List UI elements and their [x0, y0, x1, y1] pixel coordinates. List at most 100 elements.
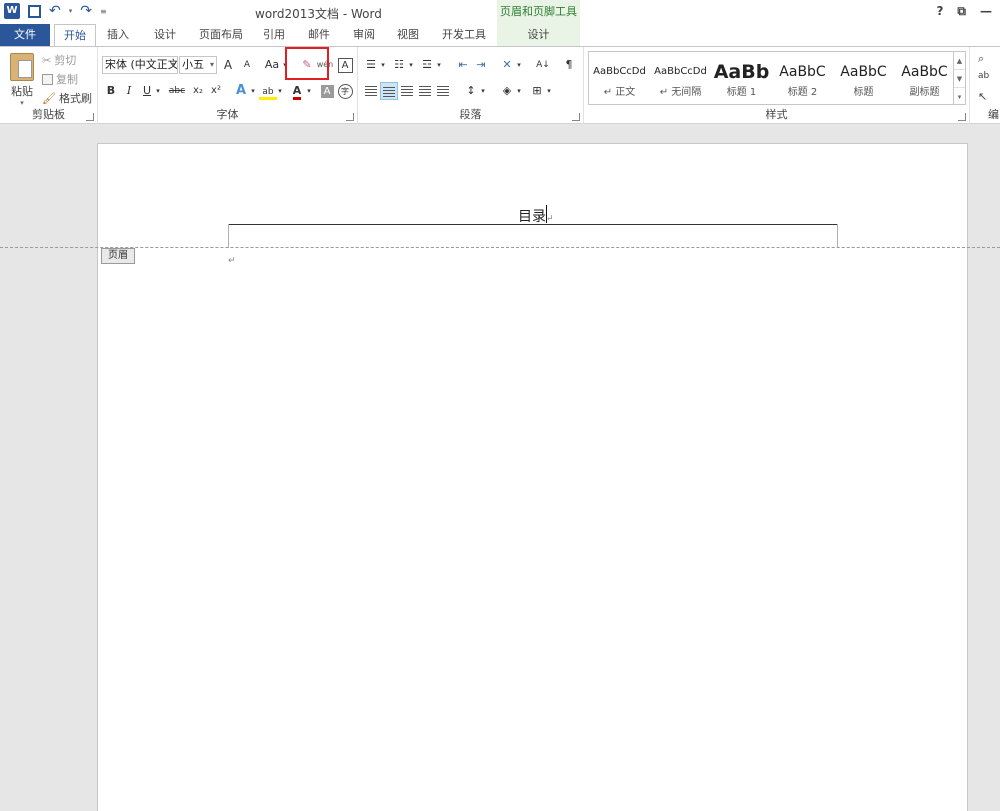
context-tab-header: 页眉和页脚工具	[497, 0, 580, 24]
superscript-button[interactable]: x²	[207, 82, 225, 100]
chinese-layout-icon[interactable]: ✕	[498, 56, 516, 74]
shading-dropdown-icon[interactable]: ▾	[515, 82, 523, 100]
numbering-dropdown-icon[interactable]: ▾	[407, 56, 415, 74]
chinese-layout-dropdown-icon[interactable]: ▾	[515, 56, 523, 74]
clipboard-group: 粘贴 ▾ ✂ 剪切 复制 🖌 格式刷 剪贴板	[0, 47, 98, 124]
tab-developer[interactable]: 开发工具	[442, 24, 486, 46]
tab-review[interactable]: 审阅	[353, 24, 375, 46]
align-right-icon[interactable]	[398, 82, 416, 100]
paragraph-launcher-icon[interactable]	[572, 113, 580, 121]
text-effects-dropdown-icon[interactable]: ▾	[249, 82, 257, 100]
multilevel-list-icon[interactable]: ☲	[418, 56, 436, 74]
style-sample: AaBbCcDd	[593, 66, 646, 77]
style-sample: AaBbC	[901, 64, 948, 80]
bullets-icon[interactable]: ☰	[362, 56, 380, 74]
text-effects-icon[interactable]: A	[232, 82, 250, 100]
format-painter-label: 格式刷	[58, 92, 92, 105]
header-text[interactable]: 目录↵	[518, 206, 554, 226]
tab-file[interactable]: 文件	[0, 24, 50, 46]
style-name: 副标题	[909, 87, 940, 98]
gallery-more-icon[interactable]: ▾	[954, 88, 965, 106]
enclose-characters-icon[interactable]: 字	[336, 82, 354, 100]
tab-insert[interactable]: 插入	[107, 24, 129, 46]
paste-icon	[10, 53, 34, 81]
align-center-icon[interactable]	[380, 82, 398, 100]
ribbon: 粘贴 ▾ ✂ 剪切 复制 🖌 格式刷 剪贴板 宋体 (中文正文) ▾ 小五 ▾ …	[0, 46, 1000, 124]
font-name-combo[interactable]: 宋体 (中文正文) ▾	[102, 56, 178, 74]
line-spacing-dropdown-icon[interactable]: ▾	[479, 82, 487, 100]
gallery-up-icon[interactable]: ▲	[954, 52, 965, 70]
style-item-title[interactable]: AaBbC 标题	[833, 52, 894, 104]
sort-icon[interactable]: A↓	[534, 56, 552, 74]
redo-icon[interactable]: ↷	[80, 3, 92, 19]
tab-view[interactable]: 视图	[397, 24, 419, 46]
align-left-icon[interactable]	[362, 82, 380, 100]
tab-design[interactable]: 设计	[154, 24, 176, 46]
tab-mailings[interactable]: 邮件	[308, 24, 330, 46]
word-logo-icon[interactable]: W	[4, 3, 20, 19]
tab-references[interactable]: 引用	[263, 24, 285, 46]
justify-icon[interactable]	[416, 82, 434, 100]
numbering-icon[interactable]: ☷	[390, 56, 408, 74]
document-page[interactable]: 目录↵	[97, 143, 968, 811]
tab-header-footer-design[interactable]: 设计	[497, 24, 580, 46]
subscript-button[interactable]: x₂	[189, 82, 207, 100]
font-color-dropdown-icon[interactable]: ▾	[305, 82, 313, 100]
minimize-icon[interactable]: —	[980, 4, 992, 19]
character-border-icon[interactable]: A	[336, 56, 354, 74]
borders-icon[interactable]: ⊞	[528, 82, 546, 100]
style-item-heading-2[interactable]: AaBbC 标题 2	[772, 52, 833, 104]
strikethrough-button[interactable]: abc	[166, 82, 188, 100]
styles-launcher-icon[interactable]	[958, 113, 966, 121]
shading-icon[interactable]: ◈	[498, 82, 516, 100]
highlight-dropdown-icon[interactable]: ▾	[276, 82, 284, 100]
increase-indent-icon[interactable]: ⇥	[472, 56, 490, 74]
format-painter-button[interactable]: 🖌 格式刷	[42, 90, 92, 106]
bullets-dropdown-icon[interactable]: ▾	[379, 56, 387, 74]
margin-corner-right	[837, 224, 838, 248]
style-item-no-spacing[interactable]: AaBbCcDd ↵ 无间隔	[650, 52, 711, 104]
bold-button[interactable]: B	[102, 82, 120, 100]
highlight-box	[285, 47, 329, 80]
style-name: 标题 2	[787, 87, 818, 98]
multilevel-dropdown-icon[interactable]: ▾	[435, 56, 443, 74]
style-item-heading-1[interactable]: AaBb 标题 1	[711, 52, 772, 104]
cut-button[interactable]: ✂ 剪切	[42, 52, 76, 68]
save-icon[interactable]	[28, 4, 41, 18]
ribbon-display-icon[interactable]: ⧉	[957, 4, 966, 19]
tab-home[interactable]: 开始	[54, 24, 96, 46]
undo-icon[interactable]: ↶	[49, 3, 61, 19]
margin-corner-left	[228, 224, 229, 248]
copy-button[interactable]: 复制	[42, 71, 78, 87]
character-shading-icon[interactable]: A	[318, 82, 336, 100]
italic-button[interactable]: I	[120, 82, 138, 100]
paste-button[interactable]: 粘贴 ▾	[8, 53, 36, 107]
help-icon[interactable]: ?	[936, 4, 943, 19]
style-item-normal[interactable]: AaBbCcDd ↵ 正文	[589, 52, 650, 104]
select-icon[interactable]: ↖	[978, 90, 987, 103]
decrease-indent-icon[interactable]: ⇤	[454, 56, 472, 74]
distributed-icon[interactable]	[434, 82, 452, 100]
grow-font-button[interactable]: A	[219, 56, 237, 74]
gallery-down-icon[interactable]: ▼	[954, 70, 965, 88]
styles-gallery-scroll[interactable]: ▲ ▼ ▾	[954, 51, 966, 105]
show-formatting-icon[interactable]: ¶	[560, 56, 578, 74]
tab-layout[interactable]: 页面布局	[199, 24, 243, 46]
underline-dropdown-icon[interactable]: ▾	[154, 82, 162, 100]
font-launcher-icon[interactable]	[346, 113, 354, 121]
font-size-combo[interactable]: 小五 ▾	[179, 56, 217, 74]
shrink-font-button[interactable]: A	[238, 56, 256, 74]
undo-dropdown-icon[interactable]: ▾	[69, 7, 73, 15]
copy-icon	[42, 73, 53, 85]
replace-icon[interactable]: ab	[978, 71, 989, 81]
line-spacing-icon[interactable]: ↕	[462, 82, 480, 100]
font-color-icon[interactable]: A	[288, 82, 306, 100]
clipboard-launcher-icon[interactable]	[86, 113, 94, 121]
customize-qat-icon[interactable]: ≡	[100, 7, 107, 16]
borders-dropdown-icon[interactable]: ▾	[545, 82, 553, 100]
find-icon[interactable]: ⌕	[978, 52, 984, 66]
highlight-icon[interactable]: ab	[259, 82, 277, 100]
change-case-button[interactable]: Aa	[262, 56, 282, 74]
style-item-subtitle[interactable]: AaBbC 副标题	[894, 52, 955, 104]
window-title: word2013文档 - Word	[255, 7, 382, 21]
